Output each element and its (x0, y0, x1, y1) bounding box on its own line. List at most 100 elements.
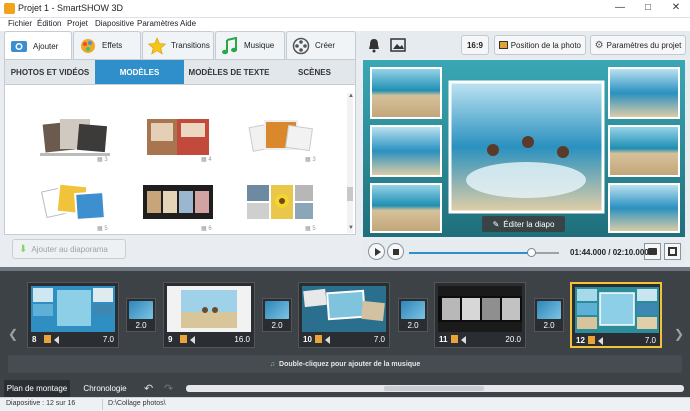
transition-duration: 2.0 (407, 321, 419, 330)
tab-creer[interactable]: Créer (286, 31, 356, 59)
pencil-icon[interactable] (588, 336, 595, 344)
scroll-left-icon[interactable]: ❮ (8, 327, 18, 341)
tab-ajouter[interactable]: Ajouter (4, 31, 72, 60)
menu-fichier[interactable]: Fichier (8, 19, 32, 28)
time-display: 01:44.000 / 02:10.000 (570, 248, 649, 257)
slide-thumbnail[interactable]: 8 7.0 (27, 282, 119, 348)
template-item[interactable] (245, 115, 315, 159)
template-item[interactable] (143, 181, 213, 225)
transition-thumbnail[interactable]: 2.0 (534, 298, 564, 332)
pencil-icon[interactable] (180, 335, 187, 343)
seek-bar[interactable] (409, 252, 559, 254)
template-item[interactable] (143, 115, 213, 159)
slide-duration: 16.0 (234, 335, 250, 344)
music-hint: Double-cliquez pour ajouter de la musiqu… (279, 360, 421, 368)
slide-thumbnail[interactable]: 10 7.0 (298, 282, 390, 348)
transition-image (537, 301, 561, 319)
image-icon[interactable] (390, 37, 408, 53)
project-settings-button[interactable]: ⚙ Paramètres du projet (590, 35, 686, 55)
scrollbar[interactable] (347, 93, 353, 233)
slide-thumbnail-selected[interactable]: 12 7.0 (570, 282, 662, 348)
music-icon (220, 36, 240, 56)
fullscreen-icon (668, 247, 677, 256)
timeline-scrollbar-thumb[interactable] (384, 386, 484, 391)
scrollbar-thumb[interactable] (347, 187, 353, 201)
add-photo-icon (9, 36, 29, 56)
play-button[interactable] (368, 243, 385, 260)
sound-icon[interactable] (190, 336, 195, 344)
music-track[interactable]: ♫ Double-cliquez pour ajouter de la musi… (8, 355, 682, 373)
tab-effets-label: Effets (102, 41, 123, 50)
seek-progress (409, 252, 529, 254)
maximize-button[interactable]: □ (634, 0, 662, 18)
stop-icon (392, 248, 399, 255)
template-item[interactable] (40, 181, 110, 225)
sound-icon[interactable] (598, 337, 603, 345)
subtab-scenes[interactable]: SCÈNES (274, 60, 355, 84)
sound-icon[interactable] (54, 336, 59, 344)
tab-transitions[interactable]: Transitions (142, 31, 214, 59)
close-button[interactable]: ✕ (662, 0, 690, 18)
subtab-modeles[interactable]: MODÈLES (95, 60, 184, 84)
menu-parametres[interactable]: Paramètres (137, 19, 178, 28)
sub-tabs: PHOTOS ET VIDÉOS MODÈLES MODÈLES DE TEXT… (4, 59, 356, 85)
scroll-down-icon[interactable]: ▼ (348, 225, 354, 231)
tab-musique[interactable]: Musique (215, 31, 285, 59)
slide-image (575, 287, 659, 333)
main-tabs: Ajouter Effets Transitions Musique Créer (0, 31, 358, 60)
slide-thumbnail[interactable]: 11 20.0 (434, 282, 526, 348)
minimize-button[interactable]: — (606, 0, 634, 18)
template-count: ▦ 3 (97, 157, 108, 163)
gear-icon: ⚙ (594, 39, 604, 51)
subtab-photos-videos[interactable]: PHOTOS ET VIDÉOS (5, 60, 95, 84)
tab-transitions-label: Transitions (171, 41, 210, 50)
slide-thumbnail[interactable]: 9 16.0 (163, 282, 255, 348)
edit-slide-button[interactable]: ✎ Éditer la diapo (482, 216, 565, 232)
tab-effets[interactable]: Effets (73, 31, 141, 59)
tab-plan-de-montage[interactable]: Plan de montage (4, 380, 70, 397)
menu-edition[interactable]: Édition (37, 19, 61, 28)
photo-position-label: Position de la photo (510, 40, 581, 50)
template-count: ▦ 3 (305, 157, 316, 163)
transition-thumbnail[interactable]: 2.0 (398, 298, 428, 332)
menu-aide[interactable]: Aide (180, 19, 196, 28)
slide-image (438, 286, 522, 332)
add-to-slideshow-button[interactable]: ⬇ Ajouter au diaporama (12, 239, 126, 259)
menu-projet[interactable]: Projet (67, 19, 88, 28)
undo-icon[interactable]: ↶ (144, 382, 153, 395)
slide-image (31, 286, 115, 332)
pencil-icon[interactable] (44, 335, 51, 343)
menu-diapositive[interactable]: Diapositive (95, 19, 134, 28)
project-settings-label: Paramètres du projet (606, 40, 682, 50)
transition-thumbnail[interactable]: 2.0 (262, 298, 292, 332)
template-item[interactable] (40, 115, 110, 159)
fullscreen-button[interactable] (664, 243, 681, 260)
transition-duration: 2.0 (135, 321, 147, 330)
transition-thumbnail[interactable]: 2.0 (126, 298, 156, 332)
slide-image (302, 286, 386, 332)
redo-icon[interactable]: ↷ (164, 382, 173, 395)
music-note-icon: ♫ (269, 360, 276, 368)
tab-chronologie[interactable]: Chronologie (72, 380, 138, 397)
bell-icon[interactable] (366, 37, 382, 53)
subtab-modeles-texte[interactable]: MODÈLES DE TEXTE (184, 60, 274, 84)
sound-icon[interactable] (461, 336, 466, 344)
slide-duration: 7.0 (644, 336, 656, 345)
star-icon (147, 36, 167, 56)
preview-toolbar: 16:9 Position de la photo ⚙ Paramètres d… (360, 31, 690, 59)
transition-image (129, 301, 153, 319)
pencil-icon[interactable] (315, 335, 322, 343)
pencil-icon[interactable] (451, 335, 458, 343)
timeline-scrollbar[interactable] (186, 385, 684, 392)
photo-position-button[interactable]: Position de la photo (494, 35, 586, 55)
scroll-right-icon[interactable]: ❯ (674, 327, 684, 341)
scroll-up-icon[interactable]: ▲ (348, 93, 354, 99)
sound-icon[interactable] (325, 336, 330, 344)
stop-button[interactable] (387, 243, 404, 260)
aspect-ratio-button[interactable]: 16:9 (461, 35, 489, 55)
template-item[interactable] (245, 181, 315, 225)
seek-handle[interactable] (527, 248, 536, 257)
transition-duration: 2.0 (543, 321, 555, 330)
slide-number: 8 (32, 335, 37, 344)
slide-number: 11 (439, 335, 448, 344)
